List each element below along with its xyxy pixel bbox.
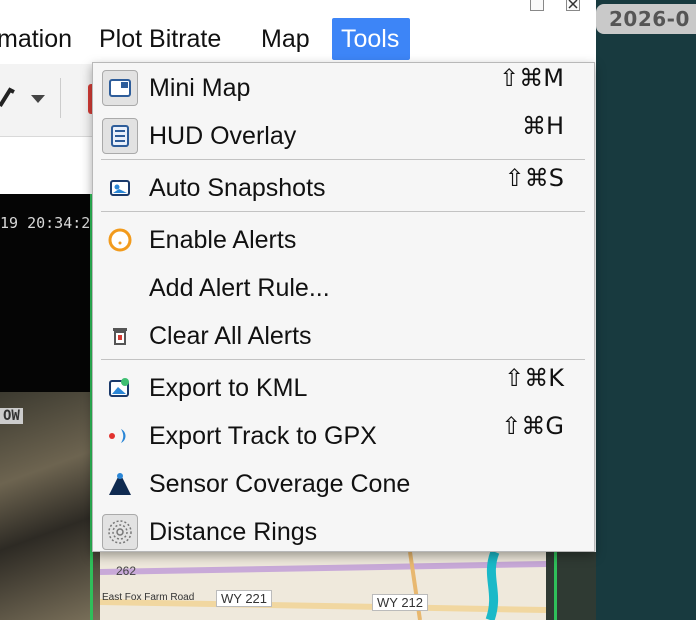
menu-plot-bitrate[interactable]: Plot Bitrate	[90, 18, 230, 60]
menu-item-shortcut: ⇧⌘K	[504, 364, 564, 392]
menu-item-shortcut: ⌘H	[521, 112, 564, 140]
menu-item-export-gpx[interactable]: Export Track to GPX ⇧⌘G	[93, 412, 594, 458]
restore-window-button[interactable]	[530, 0, 544, 11]
menu-item-export-kml[interactable]: Export to KML ⇧⌘K	[93, 364, 594, 410]
menu-bar: mation Plot Bitrate Map Tools	[0, 18, 596, 62]
desktop-date-widget: 2026-0	[596, 4, 696, 34]
desktop-background	[596, 0, 696, 620]
menu-item-label: Distance Rings	[149, 518, 318, 546]
map-label-wy212: WY 212	[372, 594, 429, 611]
trash-icon	[102, 318, 138, 354]
menu-item-enable-alerts[interactable]: Enable Alerts	[93, 216, 594, 262]
menu-separator	[101, 159, 585, 160]
cone-icon	[102, 466, 138, 502]
toolbar-divider	[60, 78, 61, 118]
menu-item-shortcut: ⇧⌘G	[501, 412, 564, 440]
menu-item-mini-map[interactable]: Mini Map ⇧⌘M	[93, 64, 594, 110]
menu-item-distance-rings[interactable]: Distance Rings	[93, 508, 594, 554]
panel-border-right	[554, 552, 557, 620]
menu-item-label: Export Track to GPX	[149, 422, 377, 450]
video-timestamp: 19 20:34:2	[0, 214, 91, 232]
menu-separator	[101, 359, 585, 360]
menu-separator	[101, 211, 585, 212]
snapshot-icon	[102, 170, 138, 206]
close-window-button[interactable]	[566, 0, 580, 11]
menu-item-shortcut: ⇧⌘M	[499, 64, 564, 92]
menu-item-hud-overlay[interactable]: HUD Overlay ⌘H	[93, 112, 594, 158]
video-overlay-tag: OW	[0, 408, 23, 424]
menu-item-label: Mini Map	[149, 74, 251, 102]
menu-item-label: Add Alert Rule...	[149, 274, 330, 302]
map-panel: 262 East Fox Farm Road WY 221 WY 212	[100, 552, 546, 620]
menu-item-label: HUD Overlay	[149, 122, 297, 150]
kml-export-icon	[102, 370, 138, 406]
distance-rings-icon	[102, 514, 138, 550]
menu-item-label: Enable Alerts	[149, 226, 297, 254]
close-icon	[568, 0, 578, 9]
alert-ring-icon	[102, 222, 138, 258]
map-roads	[100, 552, 546, 620]
menu-item-sensor-coverage-cone[interactable]: Sensor Coverage Cone	[93, 460, 594, 506]
toolbar	[0, 64, 100, 137]
map-label-262: 262	[116, 564, 137, 578]
hud-overlay-icon	[102, 118, 138, 154]
menu-map[interactable]: Map	[252, 18, 319, 60]
chevron-down-icon[interactable]	[30, 94, 46, 104]
menu-item-label: Auto Snapshots	[149, 174, 326, 202]
map-label-road: East Fox Farm Road	[102, 592, 195, 603]
window-controls	[524, 0, 590, 12]
menu-item-auto-snapshots[interactable]: Auto Snapshots ⇧⌘S	[93, 164, 594, 210]
menu-information[interactable]: mation	[0, 18, 81, 60]
aerial-imagery	[0, 392, 100, 620]
menu-item-add-alert-rule[interactable]: Add Alert Rule...	[93, 264, 594, 310]
pen-tool-icon[interactable]	[0, 84, 18, 114]
menu-item-clear-all-alerts[interactable]: Clear All Alerts	[93, 312, 594, 358]
tools-dropdown-menu: Mini Map ⇧⌘M HUD Overlay ⌘H Auto Snapsho…	[92, 62, 595, 552]
menu-item-label: Sensor Coverage Cone	[149, 470, 411, 498]
menu-item-label: Clear All Alerts	[149, 322, 312, 350]
gpx-track-icon	[102, 418, 138, 454]
menu-item-label: Export to KML	[149, 374, 308, 402]
map-label-wy221: WY 221	[216, 590, 273, 607]
menu-tools[interactable]: Tools	[332, 18, 410, 60]
mini-map-icon	[102, 70, 138, 106]
menu-item-shortcut: ⇧⌘S	[504, 164, 564, 192]
